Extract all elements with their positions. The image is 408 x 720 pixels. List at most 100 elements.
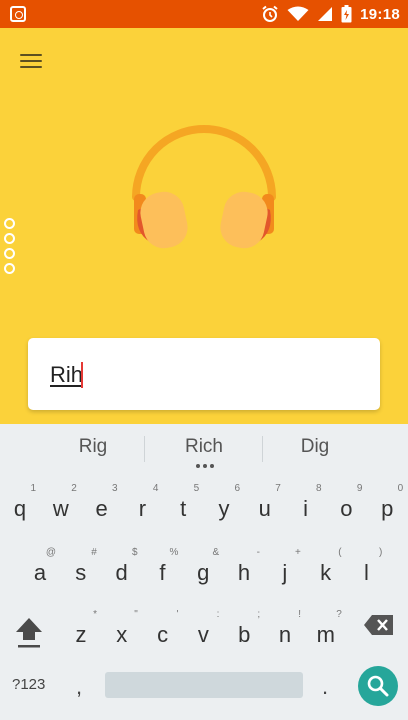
key-hint: & [212, 547, 220, 558]
key-hint: ? [336, 609, 342, 620]
key-b[interactable]: ; b [224, 606, 264, 664]
key-label: d [115, 560, 128, 585]
key-label: e [95, 496, 108, 521]
key-label: t [180, 496, 187, 521]
key-label: k [320, 560, 332, 585]
key-hint: - [256, 547, 260, 558]
key-hint: ! [298, 609, 301, 620]
key-p[interactable]: 0p [367, 480, 407, 538]
key-label: v [197, 622, 209, 647]
comma-key[interactable]: , [76, 674, 82, 700]
key-label: a [33, 560, 47, 585]
suggestion-1[interactable]: Rig [33, 436, 153, 458]
key-hint: $ [132, 547, 138, 558]
suggestion-3[interactable]: Dig [255, 436, 375, 458]
symbols-key[interactable]: ?123 [12, 676, 45, 693]
key-label: q [13, 496, 27, 521]
key-e[interactable]: 3e [82, 480, 122, 538]
key-n[interactable]: ! n [265, 606, 305, 664]
key-q[interactable]: 1q [0, 480, 40, 538]
key-hint: 2 [71, 483, 77, 494]
key-label: x [116, 622, 128, 647]
space-key[interactable] [105, 672, 303, 698]
key-label: l [363, 560, 369, 585]
period-key[interactable]: . [322, 674, 328, 700]
suggestion-bar: Rig Rich Dig [0, 424, 408, 470]
key-l[interactable]: ) l [346, 544, 386, 602]
key-t[interactable]: 5t [163, 480, 203, 538]
key-o[interactable]: 9o [326, 480, 366, 538]
key-hint: 6 [234, 483, 240, 494]
key-label: g [197, 560, 210, 585]
backspace-key[interactable] [363, 614, 395, 636]
key-label: b [238, 622, 251, 647]
key-hint: : [216, 609, 220, 620]
menu-icon[interactable] [20, 52, 44, 70]
key-hint: 7 [275, 483, 281, 494]
key-j[interactable]: + j [265, 544, 305, 602]
key-s[interactable]: # s [61, 544, 101, 602]
key-z[interactable]: * z [61, 606, 101, 664]
key-i[interactable]: 8i [286, 480, 326, 538]
key-hint: % [169, 547, 179, 558]
key-hint: ; [257, 609, 261, 620]
search-icon [367, 675, 389, 697]
key-label: u [258, 496, 271, 521]
key-y[interactable]: 6y [204, 480, 244, 538]
key-c[interactable]: ' c [143, 606, 183, 664]
key-hint: 4 [152, 483, 159, 494]
suggestion-2[interactable]: Rich [144, 436, 264, 458]
key-hint: 9 [356, 483, 363, 494]
alarm-icon [262, 5, 278, 22]
key-w[interactable]: 2w [41, 480, 81, 538]
key-hint: ' [176, 609, 179, 620]
key-hint: 3 [112, 483, 118, 494]
key-hint: ( [338, 547, 342, 558]
key-f[interactable]: % f [142, 544, 182, 602]
wifi-icon [287, 6, 309, 21]
key-v[interactable]: :v [183, 606, 223, 664]
key-hint: # [91, 547, 97, 558]
key-hint: 5 [193, 483, 200, 494]
shift-key[interactable] [12, 612, 46, 652]
key-label: z [75, 622, 87, 647]
key-k[interactable]: (k [306, 544, 346, 602]
key-r[interactable]: 4r [122, 480, 162, 538]
key-hint: + [294, 547, 301, 558]
key-g[interactable]: & g [183, 544, 223, 602]
key-label: p [381, 496, 394, 521]
key-hint: 8 [316, 483, 322, 494]
status-icons: 19:18 [261, 0, 400, 28]
key-label: w [52, 496, 69, 521]
screenshot-icon [10, 6, 26, 22]
side-indicator [4, 218, 15, 274]
key-label: y [218, 496, 230, 521]
key-label: j [282, 560, 288, 585]
key-label: m [316, 622, 335, 647]
backspace-icon [364, 615, 393, 635]
key-label: i [303, 496, 309, 521]
key-hint: ) [379, 547, 383, 558]
key-u[interactable]: 7u [245, 480, 285, 538]
key-d[interactable]: $ d [102, 544, 142, 602]
key-a[interactable]: @ a [20, 544, 60, 602]
battery-icon [341, 5, 352, 23]
key-label: n [278, 622, 292, 647]
key-label: c [157, 622, 169, 647]
text-cursor [81, 362, 83, 388]
key-m[interactable]: ? m [306, 606, 346, 664]
key-hint: @ [45, 547, 56, 558]
key-label: h [237, 560, 251, 585]
search-input[interactable]: Rih [50, 362, 83, 388]
more-suggestions-icon[interactable] [196, 464, 214, 468]
key-hint: * [93, 609, 97, 620]
search-action-key[interactable] [358, 666, 398, 706]
key-x[interactable]: " x [102, 606, 142, 664]
key-hint: 0 [397, 483, 404, 494]
search-field[interactable]: Rih [28, 338, 380, 410]
key-hint: 1 [30, 483, 36, 494]
app-area: Rih [0, 28, 408, 424]
key-h[interactable]: -h [224, 544, 264, 602]
key-hint: " [134, 609, 138, 620]
keyboard: Rig Rich Dig 1 q 2 w 3 e 4 r 5 t 6 y 7 u 8 i 9 o 0 p @ a # s $ d%… [0, 424, 408, 720]
